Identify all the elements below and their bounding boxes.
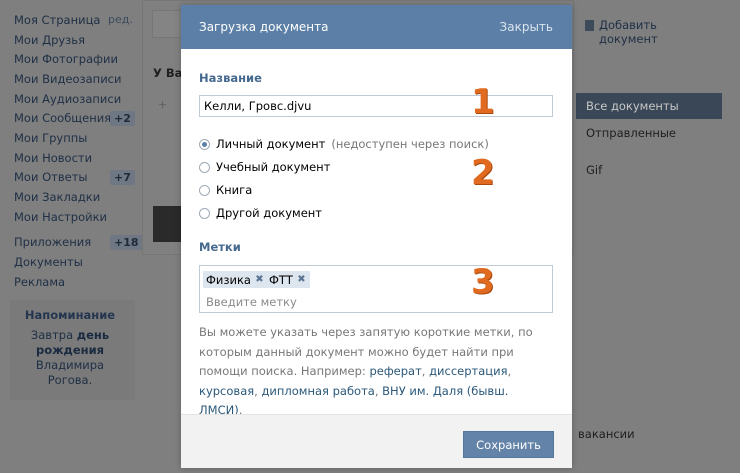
tab-all-documents[interactable]: Все документы	[576, 93, 722, 119]
vacancies-link[interactable]: вакансии	[578, 427, 635, 441]
annotation-number: 1	[471, 82, 495, 122]
radio-button[interactable]	[199, 207, 210, 219]
nav-item-groups[interactable]: Мои Группы	[0, 128, 140, 148]
nav-label: Мои Друзья	[14, 32, 85, 47]
tags-field[interactable]: Физика ✖ ФТТ ✖	[199, 265, 553, 313]
nav-label: Мои Группы	[14, 130, 88, 145]
nav-item-photos[interactable]: Мои Фотографии	[0, 49, 140, 69]
reminder-line1: Завтра день	[14, 328, 126, 343]
answers-count-badge: +7	[110, 169, 135, 185]
reminder-text: Рогова.	[47, 373, 93, 387]
nav-label: Мои Аудиозаписи	[14, 91, 122, 106]
nav-label: Документы	[14, 255, 83, 270]
nav-item-answers[interactable]: Мои Ответы +7	[0, 168, 140, 188]
example-tag-link[interactable]: реферат	[369, 364, 421, 378]
radio-book[interactable]: Книга	[199, 183, 252, 197]
reminder-text: Завтра	[30, 328, 77, 342]
tab-gif[interactable]: Gif	[576, 157, 722, 183]
nav-item-news[interactable]: Мои Новости	[0, 148, 140, 168]
tag-chip: ФТТ ✖	[266, 271, 310, 288]
add-document-button[interactable]: Добавить документ	[585, 18, 658, 46]
name-label: Название	[199, 71, 262, 85]
add-document-line: документ	[599, 32, 658, 46]
document-name-input[interactable]	[199, 95, 553, 117]
example-tag-link[interactable]: дипломная работа	[261, 384, 374, 398]
remove-tag-icon[interactable]: ✖	[296, 274, 307, 285]
nav-item-apps[interactable]: Приложения +18	[0, 233, 143, 253]
add-icon[interactable]: +	[158, 98, 167, 111]
nav-item-ads[interactable]: Реклама	[0, 272, 140, 292]
dialog-title: Загрузка документа	[199, 20, 329, 34]
nav-label: Мои Сообщения	[14, 111, 112, 126]
documents-heading: У Ва	[153, 66, 183, 80]
radio-other-document[interactable]: Другой документ	[199, 206, 322, 220]
nav-item-messages[interactable]: Мои Сообщения +2	[0, 108, 140, 128]
save-button[interactable]: Сохранить	[463, 431, 554, 458]
radio-button[interactable]	[199, 138, 210, 150]
nav-label: Мои Фотографии	[14, 52, 118, 67]
messages-count-badge: +2	[110, 110, 135, 126]
radio-note: (недоступен через поиск)	[331, 137, 489, 151]
reminder-text: Владимира	[35, 358, 105, 372]
radio-button[interactable]	[199, 161, 210, 173]
example-tag-link[interactable]: курсовая	[199, 384, 254, 398]
radio-label: Другой документ	[216, 206, 323, 220]
radio-button[interactable]	[199, 184, 210, 196]
radio-study-document[interactable]: Учебный документ	[199, 160, 330, 174]
document-icon	[585, 20, 594, 31]
nav-item-videos[interactable]: Мои Видеозаписи	[0, 69, 140, 89]
tab-sent[interactable]: Отправленные	[576, 120, 722, 146]
reminder-link[interactable]: день	[77, 328, 109, 342]
reminder-link[interactable]: рождения	[36, 343, 104, 357]
birthday-reminder: Напоминание Завтра день рождения Владими…	[14, 308, 126, 388]
edit-link[interactable]: ред.	[108, 13, 133, 26]
reminder-title: Напоминание	[24, 308, 116, 322]
annotation-number: 3	[471, 262, 495, 302]
nav-label: Мои Ответы	[14, 170, 88, 185]
nav-label: Мои Настройки	[14, 209, 108, 224]
nav-label: Моя Страница	[14, 12, 101, 27]
remove-tag-icon[interactable]: ✖	[254, 274, 265, 285]
nav-item-audio[interactable]: Мои Аудиозаписи	[0, 89, 140, 109]
annotation-number: 2	[471, 153, 495, 193]
upload-document-dialog: Загрузка документа Закрыть Название Личн…	[181, 5, 572, 468]
add-document-line: Добавить	[599, 18, 657, 32]
radio-label: Личный документ	[216, 137, 326, 151]
tag-chip: Физика ✖	[203, 271, 268, 288]
nav-label: Реклама	[14, 274, 66, 289]
tag-label: Физика	[206, 272, 251, 287]
dialog-body: Название Личный документ (недоступен чер…	[181, 49, 572, 417]
nav-item-my-page[interactable]: Моя Страница ред.	[0, 10, 140, 30]
radio-label: Учебный документ	[216, 160, 331, 174]
tags-hint: Вы можете указать через запятую короткие…	[199, 325, 533, 417]
nav-item-friends[interactable]: Мои Друзья	[0, 30, 140, 50]
add-document-label: Добавить документ	[599, 18, 658, 46]
document-thumbnail[interactable]	[153, 206, 181, 242]
nav-label: Приложения	[14, 235, 92, 250]
example-tag-link[interactable]: диссертация	[429, 364, 507, 378]
nav-item-documents[interactable]: Документы	[0, 252, 140, 272]
dialog-footer: Сохранить	[181, 414, 572, 468]
tag-input[interactable]	[206, 295, 506, 309]
nav-item-bookmarks[interactable]: Мои Закладки	[0, 187, 140, 207]
apps-count-badge: +18	[110, 234, 143, 250]
nav-label: Мои Закладки	[14, 190, 101, 205]
radio-label: Книга	[216, 183, 253, 197]
left-navigation: Моя Страница ред. Мои Друзья Мои Фотограф…	[0, 10, 143, 292]
tag-label: ФТТ	[269, 272, 293, 287]
nav-label: Мои Новости	[14, 150, 93, 165]
tags-label: Метки	[199, 240, 241, 254]
dialog-header: Загрузка документа Закрыть	[181, 5, 572, 49]
radio-personal-document[interactable]: Личный документ (недоступен через поиск)	[199, 137, 489, 151]
close-button[interactable]: Закрыть	[500, 20, 553, 34]
nav-item-settings[interactable]: Мои Настройки	[0, 207, 140, 227]
reminder-line2[interactable]: рождения	[14, 343, 126, 358]
nav-label: Мои Видеозаписи	[14, 71, 122, 86]
